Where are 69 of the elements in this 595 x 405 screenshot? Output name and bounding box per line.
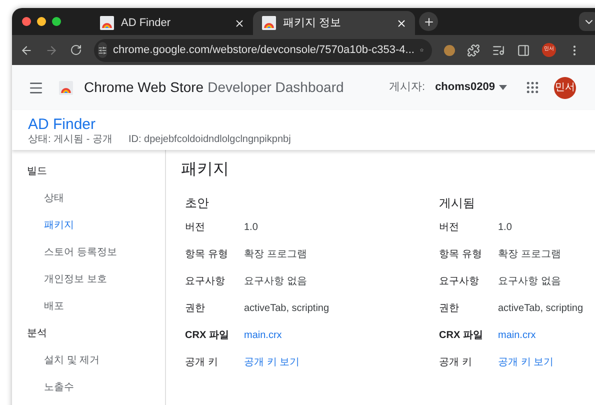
tab-search-button[interactable] xyxy=(579,12,595,31)
link[interactable]: main.crx xyxy=(498,328,536,343)
publisher-dropdown[interactable]: choms0209 xyxy=(435,79,507,96)
field-value: activeTab, scripting xyxy=(244,302,330,316)
app-name: AD Finder xyxy=(28,116,97,134)
plus-icon xyxy=(422,16,434,28)
sidebar-section: 분석 xyxy=(12,326,165,353)
field-label: 버전 xyxy=(439,221,460,235)
field-label: 항목 유형 xyxy=(185,248,229,262)
caret-down-icon xyxy=(499,85,507,90)
field-label: 요구사항 xyxy=(439,275,480,289)
link[interactable]: 공개 키 보기 xyxy=(498,355,554,370)
field-value: 1.0 xyxy=(244,221,258,235)
sidebar-item[interactable]: 스토어 등록정보 xyxy=(12,245,165,272)
field-label: 권한 xyxy=(439,302,460,316)
side-panel-icon[interactable] xyxy=(517,44,530,56)
field-label: 요구사항 xyxy=(185,275,226,289)
address-bar[interactable]: chrome.google.com/webstore/devconsole/7570a10b-c353-4... xyxy=(94,38,432,62)
product-title: Developer Dashboard xyxy=(208,78,344,97)
close-icon[interactable] xyxy=(396,18,407,28)
field-label: 항목 유형 xyxy=(439,248,483,262)
tab-title: AD Finder xyxy=(121,16,172,31)
field-value: 요구사항 없음 xyxy=(244,275,307,289)
tab-favicon-icon xyxy=(99,15,115,31)
sidebar-item[interactable]: 설치 및 제거 xyxy=(12,353,165,380)
link[interactable]: 공개 키 보기 xyxy=(244,355,300,370)
field-label: 공개 키 xyxy=(185,356,219,370)
sidebar-item[interactable]: 배포 xyxy=(12,299,165,326)
store-logo-icon xyxy=(58,80,74,96)
link[interactable]: main.crx xyxy=(244,328,282,343)
media-icon[interactable] xyxy=(492,44,505,56)
field-value: 확장 프로그램 xyxy=(244,248,307,262)
field-label: CRX 파일 xyxy=(439,329,484,343)
site-settings-icon[interactable] xyxy=(98,46,107,54)
back-icon[interactable] xyxy=(20,44,33,56)
field-value: 1.0 xyxy=(498,221,512,235)
apps-grid-icon[interactable] xyxy=(525,80,540,95)
sidebar-item[interactable]: 상태 xyxy=(12,191,165,218)
sidebar-section: 빌드 xyxy=(12,164,165,191)
field-value: activeTab, scripting xyxy=(498,302,584,316)
close-icon[interactable] xyxy=(234,18,245,28)
panel-title: 초안 xyxy=(185,195,210,212)
extension-icon[interactable] xyxy=(444,44,455,56)
new-tab-button[interactable] xyxy=(419,12,438,31)
browser-tab[interactable]: AD Finder xyxy=(91,11,253,35)
extensions-icon[interactable] xyxy=(467,44,480,56)
user-avatar[interactable]: 민서 xyxy=(554,76,576,98)
reload-icon[interactable] xyxy=(70,44,82,56)
panel-title: 게시됨 xyxy=(439,195,476,212)
sidebar-item[interactable]: 노출수 xyxy=(12,380,165,405)
forward-icon[interactable] xyxy=(45,44,58,56)
field-label: 버전 xyxy=(185,221,206,235)
field-label: 공개 키 xyxy=(439,356,473,370)
tab-favicon-icon xyxy=(261,15,277,31)
status-text: 상태: 게시됨 - 공개 xyxy=(28,134,112,146)
brand-title: Chrome Web Store xyxy=(84,78,204,97)
sidebar-item[interactable]: 개인정보 보호 xyxy=(12,272,165,299)
sidebar-item[interactable]: 패키지 xyxy=(12,218,165,245)
field-value: 요구사항 없음 xyxy=(498,275,561,289)
menu-icon[interactable] xyxy=(28,80,44,96)
field-label: CRX 파일 xyxy=(185,329,230,343)
field-value: 확장 프로그램 xyxy=(498,248,561,262)
tab-title: 패키지 정보 xyxy=(283,16,342,31)
field-label: 권한 xyxy=(185,302,206,316)
page-title: 패키지 xyxy=(181,160,230,180)
url-text: chrome.google.com/webstore/devconsole/7570a10b-c353-4... xyxy=(113,42,414,58)
app-id-text: ID: dpejebfcoldoidndlolgclngnpikpnbj xyxy=(128,134,291,146)
publisher-label: 게시자: xyxy=(389,80,426,96)
browser-tab[interactable]: 패키지 정보 xyxy=(253,11,415,35)
